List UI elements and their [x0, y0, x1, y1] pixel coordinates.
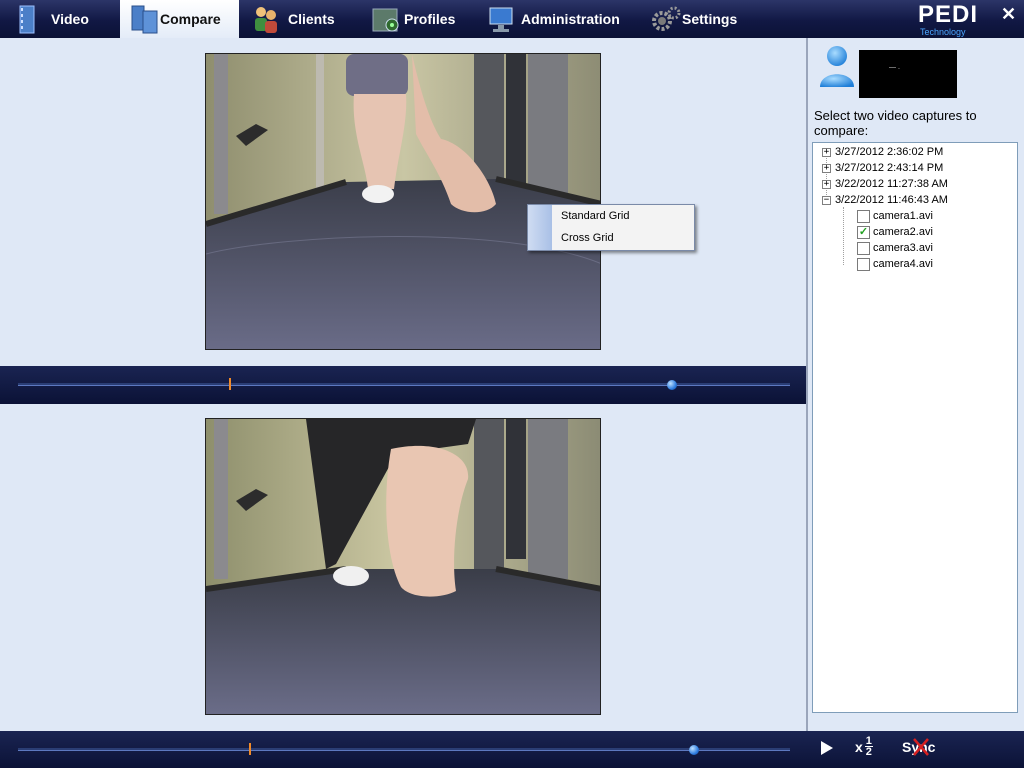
speed-fraction: 1 2 — [864, 736, 873, 758]
tab-clients-label: Clients — [288, 11, 335, 27]
seek-track-bottom[interactable] — [18, 748, 790, 751]
playback-speed-button[interactable]: x 1 2 — [855, 736, 873, 758]
tree-guide-line-children — [843, 207, 844, 265]
sync-disabled-icon — [913, 738, 929, 756]
camera-file-label: camera1.avi — [873, 210, 933, 222]
user-avatar-icon — [820, 46, 854, 87]
treadmill-video-frame-bottom — [206, 419, 600, 714]
tab-video-label: Video — [51, 11, 89, 27]
seek-marker-bottom[interactable] — [249, 743, 252, 755]
tab-settings-label: Settings — [682, 11, 738, 27]
treadmill-video-frame-top — [206, 54, 600, 349]
tree-item-camera2[interactable]: ✓ camera2.avi — [857, 224, 933, 240]
camera-file-label: camera3.avi — [873, 242, 933, 254]
checkbox-camera2[interactable]: ✓ — [857, 225, 870, 239]
tree-node-session-1[interactable]: + 3/27/2012 2:36:02 PM — [822, 144, 943, 160]
expand-icon[interactable]: + — [822, 179, 831, 189]
user-name-box: — . — [859, 50, 957, 98]
context-menu-gutter — [528, 205, 552, 250]
close-icon: ✕ — [1001, 4, 1017, 24]
play-icon — [821, 741, 833, 755]
seek-marker-top[interactable] — [228, 378, 231, 390]
gear-icon — [652, 6, 681, 31]
tree-node-label: 3/27/2012 2:36:02 PM — [835, 146, 944, 158]
collapse-icon[interactable]: − — [822, 195, 831, 205]
close-button[interactable]: ✕ — [1001, 4, 1016, 25]
tab-profiles-label: Profiles — [404, 11, 456, 27]
camera-file-label: camera2.avi — [873, 226, 933, 238]
video-player-bottom[interactable] — [205, 418, 601, 715]
expand-icon[interactable]: + — [822, 147, 831, 157]
checkbox-camera4[interactable] — [857, 257, 870, 271]
grid-context-menu: Standard Grid Cross Grid — [527, 204, 695, 251]
user-name: — . — [889, 64, 900, 71]
tab-profiles[interactable]: Profiles — [368, 0, 468, 38]
administration-icon — [489, 7, 513, 32]
checkbox-camera3[interactable] — [857, 241, 870, 255]
profiles-icon — [372, 8, 399, 32]
camera-file-label: camera4.avi — [873, 258, 933, 270]
film-icon — [19, 5, 35, 34]
sidebar-divider[interactable] — [806, 38, 808, 731]
checkbox-camera1[interactable] — [857, 209, 870, 223]
tree-node-session-4[interactable]: − 3/22/2012 11:46:43 AM — [822, 192, 948, 208]
seek-bar-top[interactable] — [0, 366, 806, 404]
logo-text: PEDI — [918, 1, 979, 28]
select-captures-label: Select two video captures to compare: — [814, 108, 977, 138]
speed-denominator: 2 — [865, 746, 872, 758]
speed-prefix: x — [855, 738, 863, 755]
tree-node-label: 3/22/2012 11:27:38 AM — [835, 178, 948, 190]
tab-administration-label: Administration — [521, 11, 620, 27]
menu-item-cross-grid[interactable]: Cross Grid — [561, 232, 614, 244]
tree-node-session-2[interactable]: + 3/27/2012 2:43:14 PM — [822, 160, 943, 176]
tree-node-session-3[interactable]: + 3/22/2012 11:27:38 AM — [822, 176, 948, 192]
play-button[interactable] — [820, 740, 834, 756]
tab-clients[interactable]: Clients — [250, 0, 345, 38]
tab-compare[interactable]: Compare — [120, 0, 239, 38]
compare-icon — [131, 5, 158, 34]
expand-icon[interactable]: + — [822, 163, 831, 173]
tab-administration[interactable]: Administration — [486, 0, 636, 38]
tree-node-label: 3/27/2012 2:43:14 PM — [835, 162, 944, 174]
tree-node-label: 3/22/2012 11:46:43 AM — [835, 194, 948, 206]
top-nav-bar: Video Compare Clients Profiles Administr… — [0, 0, 1024, 38]
seek-knob-top[interactable] — [666, 380, 677, 390]
tree-item-camera4[interactable]: camera4.avi — [857, 256, 933, 272]
pedi-logo: PEDI Technology — [918, 1, 984, 37]
tab-video[interactable]: Video — [8, 0, 98, 38]
video-player-top[interactable] — [205, 53, 601, 350]
tab-settings[interactable]: Settings — [650, 0, 755, 38]
tree-item-camera1[interactable]: camera1.avi — [857, 208, 933, 224]
clients-icon — [255, 7, 277, 33]
tab-compare-label: Compare — [160, 11, 221, 27]
logo-subtext: Technology — [920, 27, 966, 37]
seek-knob-bottom[interactable] — [688, 745, 699, 755]
capture-tree[interactable]: + 3/27/2012 2:36:02 PM + 3/27/2012 2:43:… — [812, 142, 1018, 713]
menu-item-standard-grid[interactable]: Standard Grid — [561, 210, 629, 222]
tree-item-camera3[interactable]: camera3.avi — [857, 240, 933, 256]
